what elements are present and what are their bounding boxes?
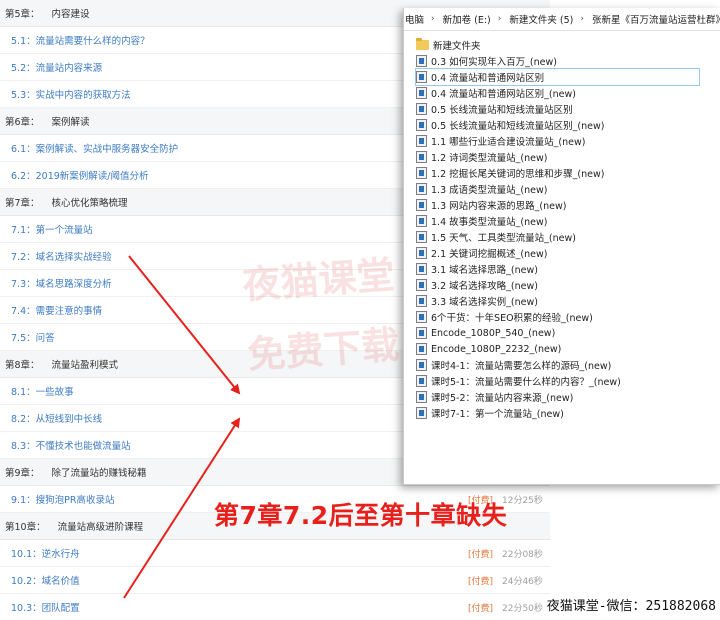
missing-chapters-annotation: 第7章7.2后至第十章缺失 (214, 501, 508, 530)
footer-contact-note: 夜猫课堂-微信：251882068 (546, 595, 716, 614)
arrow-to-chapter-7 (128, 255, 241, 395)
